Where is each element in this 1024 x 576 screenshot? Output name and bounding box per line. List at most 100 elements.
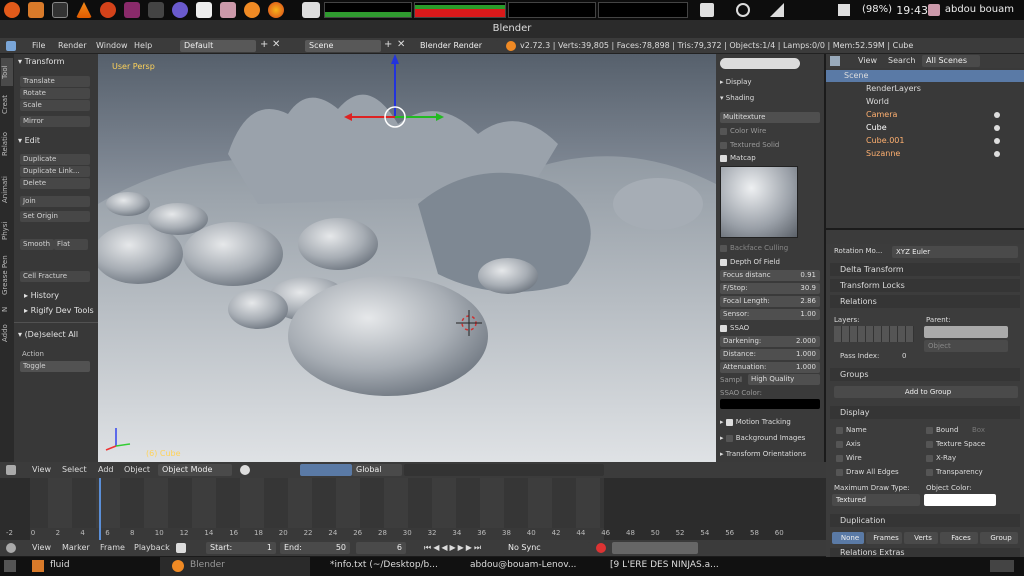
menu-file[interactable]: File [32,41,45,50]
tab-tools[interactable]: Tool [1,58,13,86]
show-desktop-icon[interactable] [4,560,16,572]
render-engine-select[interactable]: Blender Render [416,40,498,52]
workspace-switcher[interactable] [990,560,1014,572]
delete-button[interactable]: Delete [20,178,90,189]
motion-tracking-panel[interactable]: ▸ Motion Tracking [720,418,820,426]
dup-verts-button[interactable]: Verts [904,532,938,544]
groups-panel[interactable]: Groups [830,368,1020,381]
sync-select[interactable]: No Sync [504,542,590,554]
textured-solid-checkbox[interactable]: Textured Solid [720,141,820,149]
current-frame-field[interactable]: 6 [356,542,406,554]
bound-type-select[interactable]: Box [972,426,985,434]
display-panel-header[interactable]: ▸ Display [720,78,820,86]
history-panel-header[interactable]: ▸ History [24,291,59,300]
edit-panel-header[interactable]: ▾ Edit [18,136,40,145]
duplication-panel[interactable]: Duplication [830,514,1020,527]
darkening-field[interactable]: Darkening: 2.000 [720,336,820,347]
timeline-menu-view[interactable]: View [32,543,51,552]
outliner-editor-icon[interactable] [830,56,840,66]
parent-field[interactable] [924,326,1008,338]
3d-menu-select[interactable]: Select [62,465,87,474]
duplicate-button[interactable]: Duplicate [20,154,90,165]
scale-button[interactable]: Scale [20,100,90,111]
color-picker-icon[interactable] [172,2,188,18]
depth-of-field-checkbox[interactable]: Depth Of Field [720,258,820,266]
matcap-checkbox[interactable]: Matcap [720,154,820,162]
outliner-filter-select[interactable]: All Scenes [922,55,980,67]
3d-editor-type-icon[interactable] [6,465,16,475]
display-name-checkbox[interactable]: Name [836,426,867,434]
layer-grid[interactable] [834,326,914,342]
ubuntu-icon[interactable] [4,2,20,18]
outliner-item-scene[interactable]: Scene [826,70,1024,82]
task-terminal[interactable]: abdou@bouam-Lenov... [470,560,576,570]
transform-gizmo[interactable] [338,54,448,144]
3d-viewport[interactable]: User Persp (6) Cube [98,54,716,462]
n-panel-search[interactable] [720,58,800,69]
smooth-shading-button[interactable]: Smooth [20,239,54,250]
timeline-menu-playback[interactable]: Playback [134,543,170,552]
mail-icon[interactable] [700,3,714,17]
max-draw-type-select[interactable]: Textured [832,494,920,506]
sensor-field[interactable]: Sensor: 1.00 [720,309,820,320]
shading-panel-header[interactable]: ▾ Shading [720,94,820,102]
battery-status[interactable]: (98%) [862,4,892,15]
viewport-shading-icon[interactable] [240,465,250,475]
matcap-preview[interactable] [720,166,798,238]
3d-menu-view[interactable]: View [32,465,51,474]
display-axis-checkbox[interactable]: Axis [836,440,861,448]
tab-create[interactable]: Creat [1,90,13,120]
join-button[interactable]: Join [20,196,90,207]
tab-addons[interactable]: Addo [1,318,13,348]
remove-layout-button[interactable]: ✕ [272,39,280,50]
timeline-editor-icon[interactable] [6,543,16,553]
playback-controls[interactable]: ⏮◀◀▶▶▶⏭ [424,543,483,553]
start-frame-field[interactable]: Start: 1 [206,542,276,554]
draw-all-edges-checkbox[interactable]: Draw All Edges [836,468,899,476]
camera-visibility-eye-icon[interactable] [994,112,1000,118]
set-origin-button[interactable]: Set Origin [20,211,90,222]
outliner-menu-search[interactable]: Search [888,56,915,65]
end-frame-field[interactable]: End: 50 [280,542,350,554]
texture-space-checkbox[interactable]: Texture Space [926,440,985,448]
samples-select[interactable]: High Quality [748,374,820,385]
fstop-field[interactable]: F/Stop: 30.9 [720,283,820,294]
rotate-button[interactable]: Rotate [20,88,90,99]
3d-menu-add[interactable]: Add [98,465,114,474]
display-wire-checkbox[interactable]: Wire [836,454,862,462]
menu-help[interactable]: Help [134,41,152,50]
orientation-select[interactable]: Global [352,464,402,476]
delta-transform-panel[interactable]: Delta Transform [830,263,1020,276]
action-select[interactable]: Toggle [20,361,90,372]
tab-animation[interactable]: Animati [1,168,13,212]
blender-icon[interactable] [244,2,260,18]
task-ninjas[interactable]: [9 L'ERE DES NINJAS.a... [610,560,719,570]
screen-layout-field[interactable]: Default [180,40,256,52]
dup-none-button[interactable]: None [832,532,864,544]
mirror-button[interactable]: Mirror [20,116,90,127]
translate-button[interactable]: Translate [20,76,90,87]
parent-type-select[interactable]: Object [924,340,1008,352]
terminal-icon[interactable] [52,2,68,18]
record-icon[interactable] [596,543,606,553]
3d-cursor-icon[interactable] [456,310,482,336]
cube001-visibility-eye-icon[interactable] [994,138,1000,144]
background-images-panel[interactable]: ▸ Background Images [720,434,820,442]
clock[interactable]: 19:43 [896,4,928,17]
layer-buttons[interactable] [404,464,604,476]
wifi-icon[interactable] [770,3,784,17]
pass-index-value[interactable]: 0 [902,352,906,360]
network-icon[interactable] [148,2,164,18]
window-icon[interactable] [302,2,320,18]
transform-orientations-panel[interactable]: ▸ Transform Orientations [720,450,820,458]
rigify-panel-header[interactable]: ▸ Rigify Dev Tools [24,306,94,315]
vlc-icon[interactable] [76,2,92,18]
tab-grease-pencil[interactable]: Grease Pen [1,250,13,300]
mode-select[interactable]: Object Mode [158,464,232,476]
user-name[interactable]: abdou bouam [945,4,1014,15]
manipulator-buttons[interactable] [300,464,352,476]
folder-icon[interactable] [28,2,44,18]
outliner-item-world[interactable]: World [826,96,1024,108]
transform-locks-panel[interactable]: Transform Locks [830,279,1020,292]
suzanne-visibility-eye-icon[interactable] [994,151,1000,157]
